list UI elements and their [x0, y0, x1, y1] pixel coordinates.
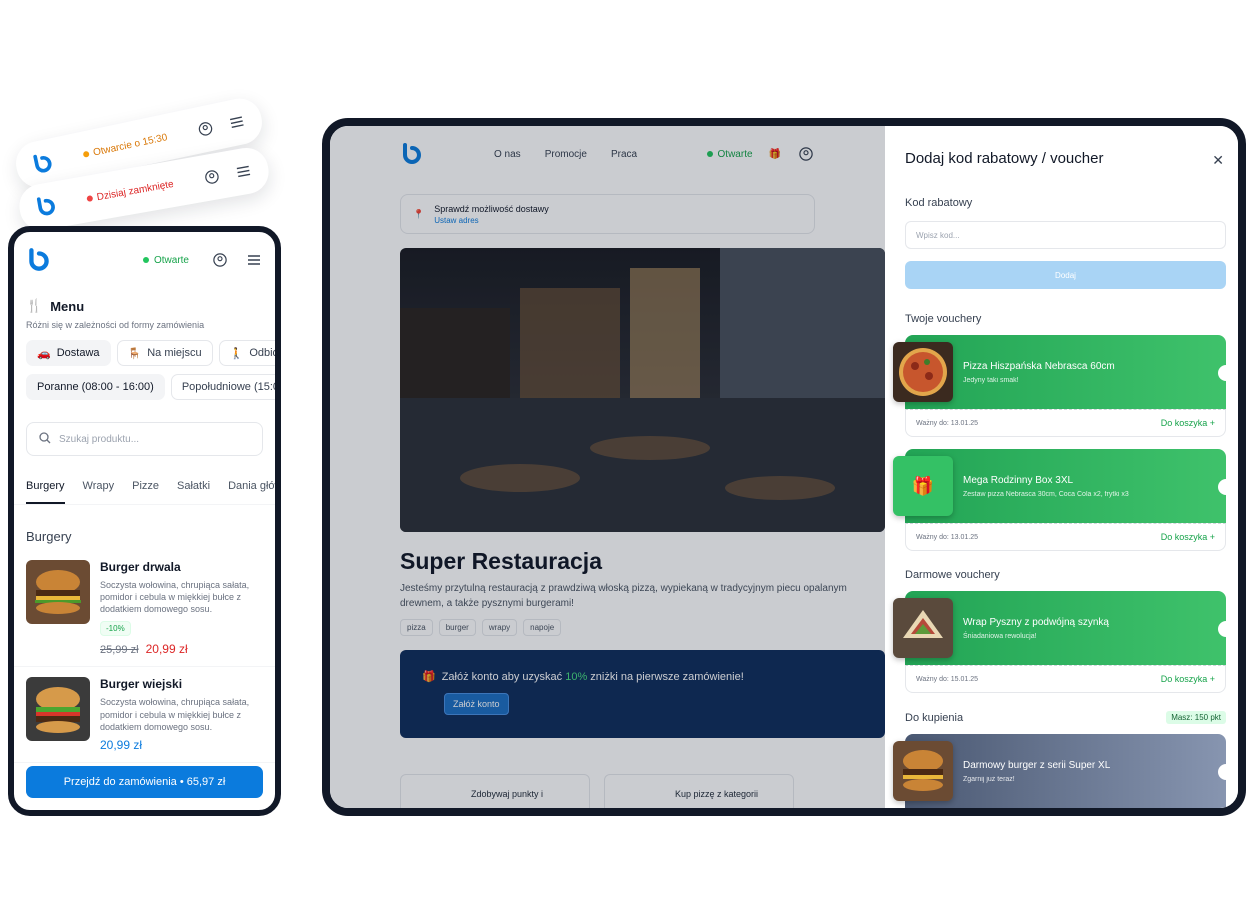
brand-logo-icon — [33, 154, 52, 173]
section-my-vouchers: Twoje vouchery — [905, 313, 982, 325]
price: 20,99 zł — [100, 737, 143, 752]
open-status-text: Otwarte — [153, 254, 189, 266]
section-free-vouchers: Darmowe vouchery — [905, 569, 1000, 581]
open-status: Otwarte — [142, 254, 189, 266]
code-label: Kod rabatowy — [905, 197, 973, 209]
voucher-title: Darmowy burger z serii Super XL — [963, 759, 1111, 771]
search-placeholder: Szukaj produktu... — [59, 433, 140, 445]
voucher-title: Pizza Hiszpańska Nebrasca 60cm — [963, 360, 1115, 372]
brand-logo-icon[interactable] — [26, 247, 52, 273]
product-name: Burger drwala — [100, 560, 181, 574]
tablet-mockup: O nas Promocje Praca Otwarte 🎁 📍 Sprawdź… — [322, 118, 1246, 816]
voucher-subtitle: Jedyny taki smak! — [963, 376, 1019, 384]
voucher-card[interactable]: Darmowy burger z serii Super XL Zgarnij j… — [893, 734, 1234, 808]
burger-image — [26, 560, 90, 624]
order-type-pickup[interactable]: 🚶 Odbiór — [218, 340, 281, 366]
chip-label: Odbiór — [249, 347, 281, 359]
pill-status-text: Otwarcie o 15:30 — [92, 131, 169, 159]
utensils-icon: 🍴 — [26, 298, 43, 313]
order-type-delivery[interactable]: 🚗 Dostawa — [26, 340, 111, 366]
hamburger-menu-icon[interactable] — [245, 251, 263, 269]
tab-burgery[interactable]: Burgery — [26, 470, 65, 504]
gift-box-icon: 🎁 — [893, 456, 953, 516]
tab-pizze[interactable]: Pizze — [132, 470, 159, 504]
voucher-subtitle: Śniadaniowa rewolucja! — [963, 632, 1037, 640]
voucher-title: Mega Rodzinny Box 3XL — [963, 474, 1074, 486]
close-icon[interactable]: ✕ — [1212, 152, 1224, 169]
order-type-dine-in[interactable]: 🪑 Na miejscu — [116, 340, 213, 366]
search-icon — [39, 431, 51, 447]
product-card[interactable]: Burger drwala Soczysta wołowina, chrupią… — [14, 550, 275, 668]
modal-backdrop[interactable] — [330, 126, 885, 808]
cart-label: Do koszyka — [1160, 418, 1208, 428]
product-desc: Soczysta wołowina, chrupiąca sałata, pom… — [100, 697, 250, 732]
user-icon[interactable] — [195, 118, 216, 139]
search-input[interactable]: Szukaj produktu... — [26, 422, 263, 456]
car-icon: 🚗 — [37, 347, 51, 360]
voucher-valid: Ważny do: 15.01.25 — [916, 675, 979, 683]
category-tabs: Burgery Wrapy Pizze Sałatki Dania głów — [14, 470, 275, 505]
voucher-title: Wrap Pyszny z podwójną szynką — [963, 616, 1109, 628]
phone-mockup: Otwarte 🍴 Menu Różni się w zależności od… — [8, 226, 281, 816]
pizza-image — [893, 342, 953, 402]
product-desc: Soczysta wołowina, chrupiąca sałata, pom… — [100, 580, 250, 615]
voucher-card[interactable]: 🎁 Mega Rodzinny Box 3XL Zestaw pizza Nebr… — [893, 449, 1234, 551]
old-price: 25,99 zł — [100, 644, 139, 657]
add-to-cart-link[interactable]: Do koszyka + — [1161, 674, 1215, 684]
add-to-cart-link[interactable]: Do koszyka + — [1161, 418, 1215, 428]
cart-label: Do koszyka — [1160, 674, 1208, 684]
points-badge: Masz: 150 pkt — [1166, 711, 1226, 724]
price: 20,99 zł — [145, 642, 188, 657]
voucher-card[interactable]: Pizza Hiszpańska Nebrasca 60cm Jedyny tak… — [893, 335, 1234, 437]
go-to-order-button[interactable]: Przejdź do zamówienia • 65,97 zł — [26, 766, 263, 798]
tab-dania[interactable]: Dania głów — [228, 470, 275, 504]
voucher-valid: Ważny do: 13.01.25 — [916, 419, 979, 427]
voucher-subtitle: Zgarnij już teraz! — [963, 775, 1015, 783]
voucher-card[interactable]: Wrap Pyszny z podwójną szynką Śniadaniowa… — [893, 591, 1234, 693]
phone-header: Otwarte — [14, 232, 275, 288]
cart-label: Do koszyka — [1160, 532, 1208, 542]
menu-title: Menu — [50, 298, 85, 314]
add-code-button[interactable]: Dodaj — [905, 261, 1226, 289]
wrap-image — [893, 598, 953, 658]
panel-title: Dodaj kod rabatowy / voucher — [905, 150, 1104, 167]
voucher-panel: Dodaj kod rabatowy / voucher ✕ Kod rabat… — [885, 126, 1242, 808]
user-icon[interactable] — [202, 167, 223, 188]
section-to-buy: Do kupienia — [905, 711, 964, 724]
hamburger-menu-icon[interactable] — [226, 112, 247, 133]
person-icon: 🚶 — [229, 347, 244, 360]
product-name: Burger wiejski — [100, 677, 183, 692]
chip-label: Dostawa — [56, 347, 100, 359]
table-icon: 🪑 — [127, 347, 142, 360]
menu-subtitle: Różni się w zależności od formy zamówien… — [26, 320, 205, 330]
brand-logo-icon — [36, 197, 55, 216]
user-icon[interactable] — [211, 251, 229, 269]
time-morning[interactable]: Poranne (08:00 - 16:00) — [26, 374, 165, 400]
voucher-valid: Ważny do: 13.01.25 — [916, 533, 979, 541]
code-input[interactable]: Wpisz kod... — [905, 221, 1226, 249]
burger-image — [26, 677, 90, 742]
burger-image — [893, 741, 953, 801]
time-afternoon[interactable]: Popołudniowe (15:0 — [170, 374, 275, 400]
pill-status-text: Dzisiaj zamknięte — [95, 178, 175, 203]
tab-wrapy[interactable]: Wrapy — [83, 470, 115, 504]
hamburger-menu-icon[interactable] — [233, 161, 254, 182]
tab-salatki[interactable]: Sałatki — [177, 470, 210, 504]
chip-label: Na miejscu — [147, 347, 202, 359]
product-card[interactable]: Burger wiejski Soczysta wołowina, chrupi… — [14, 667, 275, 763]
discount-badge: -10% — [100, 621, 131, 637]
voucher-subtitle: Zestaw pizza Nebrasca 30cm, Coca Cola x2… — [963, 490, 1129, 498]
section-title: Burgery — [26, 529, 72, 544]
add-to-cart-link[interactable]: Do koszyka + — [1161, 532, 1215, 542]
scrollbar[interactable] — [1239, 200, 1242, 350]
